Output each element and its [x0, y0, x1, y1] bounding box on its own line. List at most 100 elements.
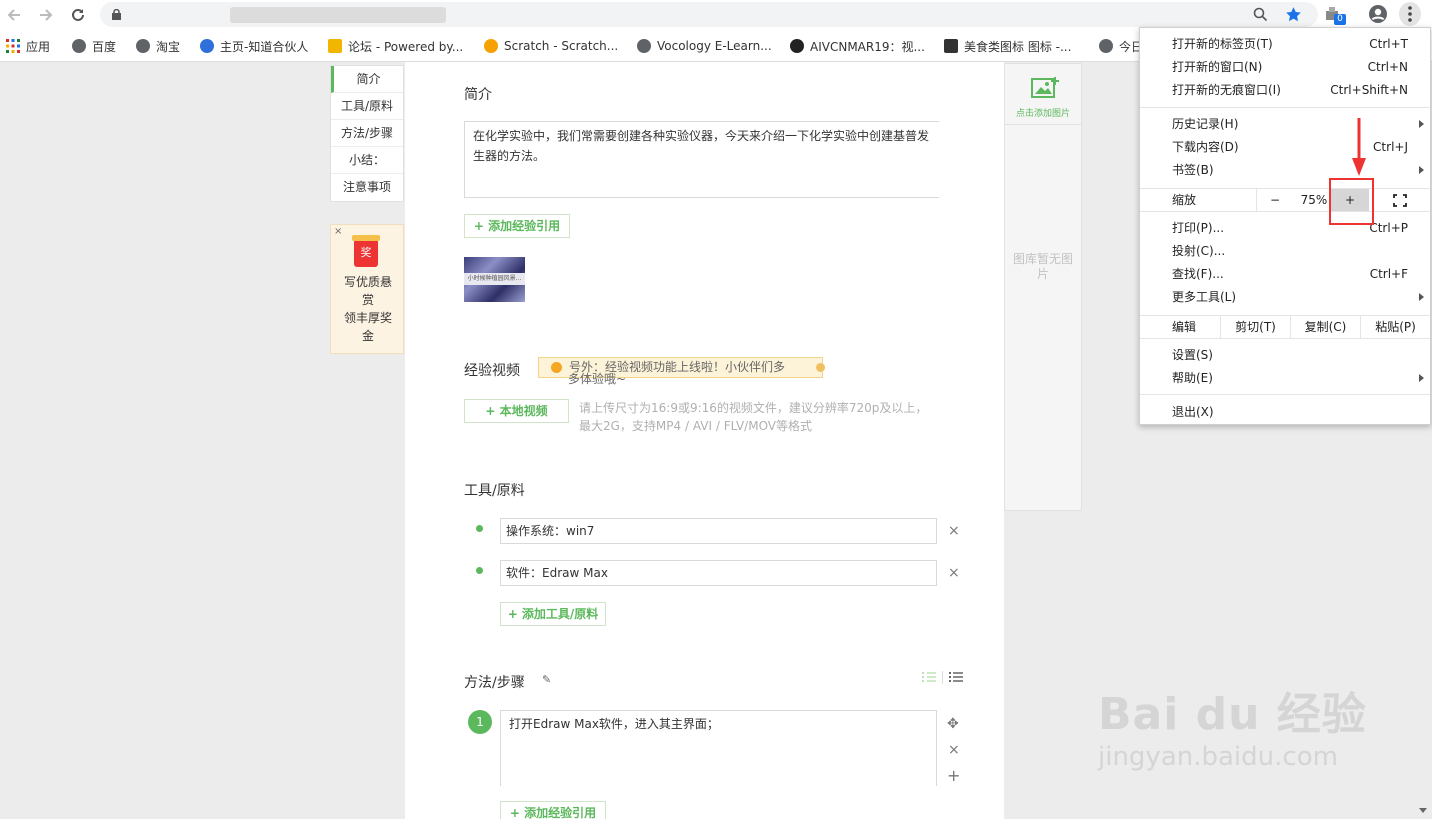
upload-local-video-button[interactable]: + 本地视频 [464, 399, 569, 423]
intro-textarea[interactable]: 在化学实验中，我们常需要创建各种实验仪器，今天来介绍一下化学实验中创建基普发生器… [464, 121, 939, 198]
step-1-textarea[interactable]: 打开Edraw Max软件，进入其主界面； [500, 710, 937, 786]
copy-button[interactable]: 复制(C) [1290, 316, 1360, 338]
menu-cast[interactable]: 投射(C)... [1172, 240, 1408, 262]
annotation-highlight-box [1329, 178, 1374, 225]
address-bar[interactable] [100, 2, 1318, 27]
steps-heading: 方法/步骤 [464, 675, 525, 691]
extension-badge: 0 [1334, 14, 1346, 25]
bookmark-zhidao[interactable]: 主页-知道合伙人 [200, 38, 308, 54]
bookmark-star-icon[interactable] [1285, 6, 1302, 23]
menu-history[interactable]: 历史记录(H) [1172, 113, 1408, 135]
reload-icon[interactable] [68, 5, 88, 25]
tool-input-2[interactable]: 软件：Edraw Max [500, 560, 937, 586]
bookmark-today[interactable]: 今日 [1099, 38, 1143, 54]
add-tool-button[interactable]: + 添加工具/原料 [500, 602, 606, 626]
bullet-list-icon[interactable] [949, 671, 963, 683]
remove-tool-1-icon[interactable]: × [948, 523, 960, 539]
add-image-icon [1030, 76, 1060, 100]
add-image-button[interactable]: 点击添加图片 [1005, 64, 1081, 125]
reward-banner[interactable]: × 奖 写优质悬 赏 领丰厚奖 金 [330, 224, 404, 354]
menu-more-tools[interactable]: 更多工具(L) [1172, 286, 1408, 308]
browser-toolbar: 0 [0, 0, 1432, 30]
fullscreen-icon[interactable] [1393, 194, 1407, 207]
reward-text: 写优质悬 赏 领丰厚奖 金 [343, 275, 392, 343]
gift-icon: 奖 [352, 235, 380, 267]
back-icon[interactable] [4, 5, 24, 25]
annotation-arrow-icon [1351, 118, 1367, 178]
menu-downloads[interactable]: 下载内容(D) Ctrl+J [1172, 136, 1408, 158]
cut-button[interactable]: 剪切(T) [1220, 316, 1290, 338]
tool-input-1[interactable]: 操作系统：win7 [500, 518, 937, 544]
submenu-arrow-icon [1419, 293, 1424, 301]
image-gallery-panel: 点击添加图片 图库暂无图片 [1004, 63, 1082, 511]
profile-icon[interactable] [1368, 4, 1388, 24]
menu-find[interactable]: 查找(F)... Ctrl+F [1172, 263, 1408, 285]
remove-tool-2-icon[interactable]: × [948, 565, 960, 581]
forward-icon[interactable] [36, 5, 56, 25]
intro-image-thumbnail[interactable]: 小时候种植园风景... [464, 257, 525, 302]
lock-icon [112, 9, 121, 20]
globe-icon [1099, 39, 1113, 53]
bookmark-aivcnmar[interactable]: AIVCNMAR19：视... [790, 38, 925, 54]
add-step-icon[interactable]: + [947, 766, 960, 785]
watermark-url: jingyan.baidu.com [1098, 742, 1338, 772]
video-heading: 经验视频 [464, 363, 520, 379]
move-step-icon[interactable]: ✥ [947, 716, 959, 732]
bookmark-forum[interactable]: 论坛 - Powered by... [328, 38, 463, 54]
bookmark-taobao[interactable]: 淘宝 [136, 38, 180, 54]
gallery-empty-text: 图库暂无图片 [1012, 252, 1073, 281]
notice-icon [551, 362, 562, 373]
logo-icon [790, 39, 804, 53]
video-tip-line2: 多体验哦~ [568, 372, 627, 386]
nav-item-intro[interactable]: 简介 [331, 66, 403, 93]
bullet-icon [476, 525, 483, 532]
menu-help[interactable]: 帮助(E) [1172, 367, 1408, 389]
intro-add-reference-button[interactable]: + 添加经验引用 [464, 214, 570, 238]
menu-kebab-icon[interactable] [1399, 2, 1421, 26]
menu-new-window[interactable]: 打开新的窗口(N) Ctrl+N [1172, 56, 1408, 78]
zoom-level: 75% [1300, 193, 1328, 207]
menu-divider [1140, 394, 1430, 395]
apps-grid-icon [6, 39, 20, 53]
menu-edit-row: 编辑 剪切(T) 复制(C) 粘贴(P) [1140, 315, 1430, 339]
edit-label: 编辑 [1172, 320, 1197, 334]
scratch-icon [484, 39, 498, 53]
submenu-arrow-icon [1419, 166, 1424, 174]
nav-item-tools[interactable]: 工具/原料 [331, 93, 403, 120]
video-upload-hint: 请上传尺寸为16:9或9:16的视频文件，建议分辨率720p及以上，最大2G，支… [579, 401, 928, 433]
menu-incognito[interactable]: 打开新的无痕窗口(I) Ctrl+Shift+N [1172, 79, 1408, 101]
menu-zoom-row: 缩放 − 75% + [1140, 188, 1430, 212]
tools-heading: 工具/原料 [464, 483, 525, 499]
bookmark-scratch[interactable]: Scratch - Scratch... [484, 38, 618, 54]
menu-divider [1140, 107, 1430, 108]
blurred-url [230, 7, 446, 23]
paw-icon [200, 39, 214, 53]
menu-new-tab[interactable]: 打开新的标签页(T) Ctrl+T [1172, 33, 1408, 55]
menu-exit[interactable]: 退出(X) [1172, 401, 1408, 423]
paste-button[interactable]: 粘贴(P) [1360, 316, 1430, 338]
reward-close-icon[interactable]: × [334, 226, 342, 237]
step-add-reference-button[interactable]: + 添加经验引用 [500, 801, 606, 819]
zoom-label: 缩放 [1172, 193, 1197, 207]
section-nav: 简介 工具/原料 方法/步骤 小结： 注意事项 [330, 65, 404, 202]
globe-icon [637, 39, 651, 53]
browser-menu: 打开新的标签页(T) Ctrl+T 打开新的窗口(N) Ctrl+N 打开新的无痕窗… [1139, 27, 1431, 425]
scroll-down-icon[interactable] [1419, 808, 1427, 813]
edit-pencil-icon[interactable]: ✎ [542, 673, 551, 686]
globe-icon [72, 39, 86, 53]
nav-item-notes[interactable]: 注意事项 [331, 174, 403, 201]
bookmark-food-icons[interactable]: 美食类图标 图标 -... [944, 38, 1071, 54]
figure-icon [944, 39, 958, 53]
nav-item-steps[interactable]: 方法/步骤 [331, 120, 403, 147]
menu-settings[interactable]: 设置(S) [1172, 344, 1408, 366]
submenu-arrow-icon [1419, 374, 1424, 382]
zoom-out-button[interactable]: − [1264, 189, 1286, 211]
tip-close-icon[interactable] [816, 363, 825, 372]
numbered-list-icon[interactable] [922, 671, 936, 683]
bookmark-apps[interactable]: 应用 [6, 38, 50, 54]
remove-step-icon[interactable]: × [948, 742, 960, 758]
nav-item-summary[interactable]: 小结： [331, 147, 403, 174]
zoom-lens-icon[interactable] [1253, 7, 1268, 22]
bookmark-baidu[interactable]: 百度 [72, 38, 116, 54]
bookmark-vocology[interactable]: Vocology E-Learn... [637, 38, 772, 54]
